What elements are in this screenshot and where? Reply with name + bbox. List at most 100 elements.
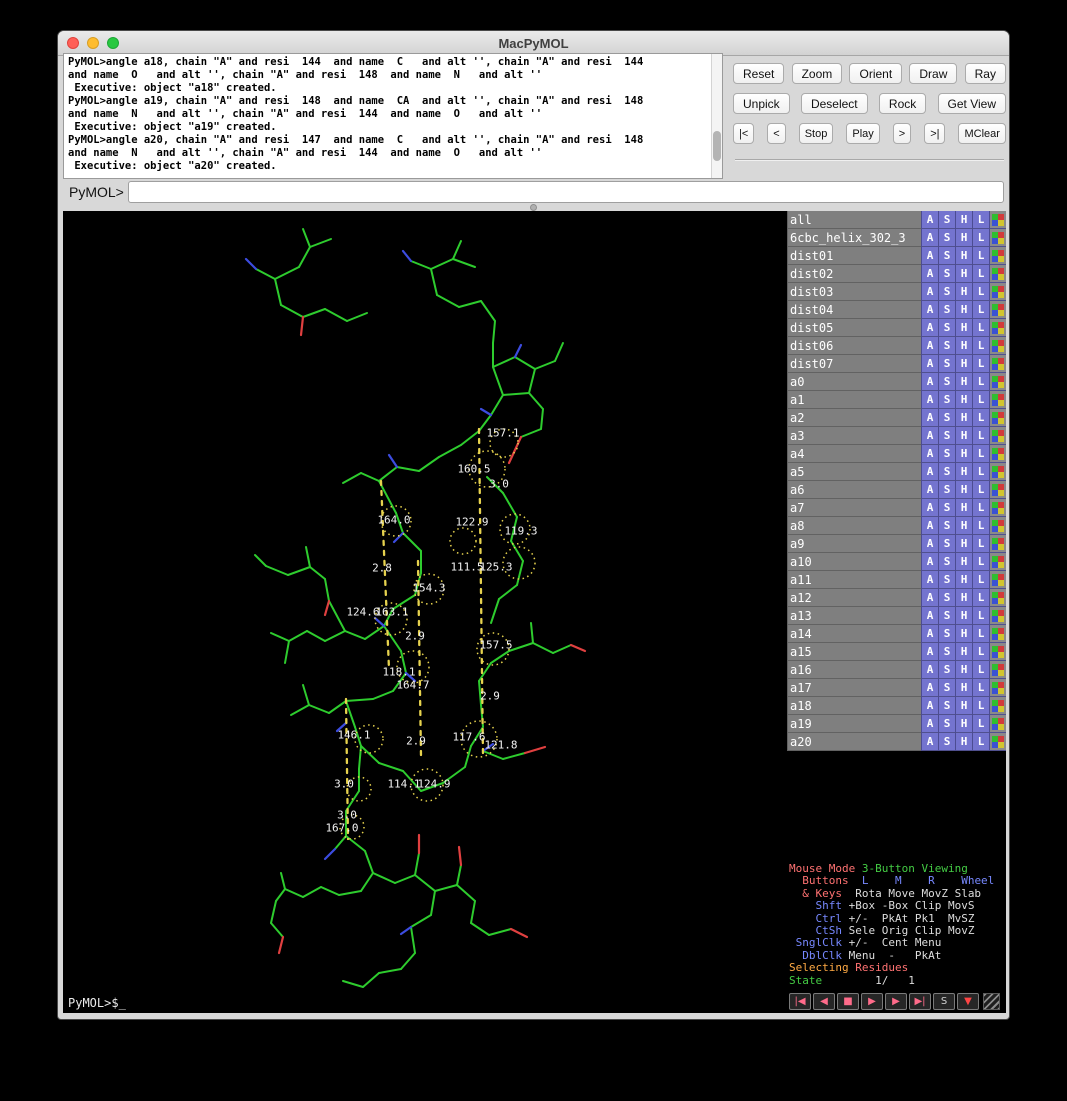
action-menu-button[interactable]: A xyxy=(921,643,938,661)
show-menu-button[interactable]: S xyxy=(938,589,955,607)
hide-menu-button[interactable]: H xyxy=(955,499,972,517)
movie-clear-button[interactable]: MClear xyxy=(958,123,1005,144)
show-menu-button[interactable]: S xyxy=(938,409,955,427)
action-menu-button[interactable]: A xyxy=(921,301,938,319)
label-menu-button[interactable]: L xyxy=(972,337,989,355)
object-name[interactable]: a13 xyxy=(787,607,921,625)
label-menu-button[interactable]: L xyxy=(972,481,989,499)
show-menu-button[interactable]: S xyxy=(938,211,955,229)
object-name[interactable]: a7 xyxy=(787,499,921,517)
label-menu-button[interactable]: L xyxy=(972,373,989,391)
object-name[interactable]: a10 xyxy=(787,553,921,571)
hide-menu-button[interactable]: H xyxy=(955,229,972,247)
show-menu-button[interactable]: S xyxy=(938,247,955,265)
show-menu-button[interactable]: S xyxy=(938,715,955,733)
color-menu-button[interactable] xyxy=(989,571,1006,589)
label-menu-button[interactable]: L xyxy=(972,445,989,463)
label-menu-button[interactable]: L xyxy=(972,661,989,679)
color-menu-button[interactable] xyxy=(989,265,1006,283)
orient-button[interactable]: Orient xyxy=(849,63,902,84)
object-name[interactable]: a3 xyxy=(787,427,921,445)
action-menu-button[interactable]: A xyxy=(921,481,938,499)
color-menu-button[interactable] xyxy=(989,355,1006,373)
resize-grip[interactable] xyxy=(983,993,1000,1010)
label-menu-button[interactable]: L xyxy=(972,301,989,319)
hide-menu-button[interactable]: H xyxy=(955,409,972,427)
object-name[interactable]: a20 xyxy=(787,733,921,751)
hide-menu-button[interactable]: H xyxy=(955,517,972,535)
movie-play-button[interactable]: ▶ xyxy=(861,993,883,1010)
action-menu-button[interactable]: A xyxy=(921,445,938,463)
object-name[interactable]: a0 xyxy=(787,373,921,391)
show-menu-button[interactable]: S xyxy=(938,553,955,571)
color-menu-button[interactable] xyxy=(989,445,1006,463)
movie-stop-button[interactable]: ■ xyxy=(837,993,859,1010)
label-menu-button[interactable]: L xyxy=(972,463,989,481)
show-menu-button[interactable]: S xyxy=(938,661,955,679)
action-menu-button[interactable]: A xyxy=(921,535,938,553)
action-menu-button[interactable]: A xyxy=(921,283,938,301)
label-menu-button[interactable]: L xyxy=(972,553,989,571)
show-menu-button[interactable]: S xyxy=(938,463,955,481)
hide-menu-button[interactable]: H xyxy=(955,661,972,679)
color-menu-button[interactable] xyxy=(989,427,1006,445)
color-menu-button[interactable] xyxy=(989,589,1006,607)
object-name[interactable]: a14 xyxy=(787,625,921,643)
label-menu-button[interactable]: L xyxy=(972,535,989,553)
hide-menu-button[interactable]: H xyxy=(955,553,972,571)
movie-prev-button[interactable]: < xyxy=(767,123,785,144)
action-menu-button[interactable]: A xyxy=(921,607,938,625)
label-menu-button[interactable]: L xyxy=(972,409,989,427)
hide-menu-button[interactable]: H xyxy=(955,391,972,409)
show-menu-button[interactable]: S xyxy=(938,733,955,751)
object-name[interactable]: a19 xyxy=(787,715,921,733)
action-menu-button[interactable]: A xyxy=(921,265,938,283)
hide-menu-button[interactable]: H xyxy=(955,463,972,481)
movie-last-button[interactable]: >| xyxy=(924,123,945,144)
label-menu-button[interactable]: L xyxy=(972,733,989,751)
object-name[interactable]: a16 xyxy=(787,661,921,679)
action-menu-button[interactable]: A xyxy=(921,337,938,355)
action-menu-button[interactable]: A xyxy=(921,625,938,643)
show-menu-button[interactable]: S xyxy=(938,391,955,409)
hide-menu-button[interactable]: H xyxy=(955,535,972,553)
color-menu-button[interactable] xyxy=(989,247,1006,265)
show-menu-button[interactable]: S xyxy=(938,265,955,283)
color-menu-button[interactable] xyxy=(989,463,1006,481)
zoom-button[interactable]: Zoom xyxy=(792,63,843,84)
object-name[interactable]: a5 xyxy=(787,463,921,481)
reset-button[interactable]: Reset xyxy=(733,63,784,84)
hide-menu-button[interactable]: H xyxy=(955,481,972,499)
object-name[interactable]: dist02 xyxy=(787,265,921,283)
object-name[interactable]: dist04 xyxy=(787,301,921,319)
movie-play-button[interactable]: Play xyxy=(846,123,879,144)
action-menu-button[interactable]: A xyxy=(921,409,938,427)
object-name[interactable]: a4 xyxy=(787,445,921,463)
hide-menu-button[interactable]: H xyxy=(955,337,972,355)
show-menu-button[interactable]: S xyxy=(938,337,955,355)
color-menu-button[interactable] xyxy=(989,499,1006,517)
hide-menu-button[interactable]: H xyxy=(955,697,972,715)
action-menu-button[interactable]: A xyxy=(921,661,938,679)
label-menu-button[interactable]: L xyxy=(972,229,989,247)
color-menu-button[interactable] xyxy=(989,607,1006,625)
color-menu-button[interactable] xyxy=(989,553,1006,571)
action-menu-button[interactable]: A xyxy=(921,571,938,589)
show-menu-button[interactable]: S xyxy=(938,427,955,445)
show-menu-button[interactable]: S xyxy=(938,373,955,391)
label-menu-button[interactable]: L xyxy=(972,517,989,535)
action-menu-button[interactable]: A xyxy=(921,553,938,571)
scene-button[interactable]: S xyxy=(933,993,955,1010)
label-menu-button[interactable]: L xyxy=(972,355,989,373)
color-menu-button[interactable] xyxy=(989,283,1006,301)
unpick-button[interactable]: Unpick xyxy=(733,93,790,114)
ray-button[interactable]: Ray xyxy=(965,63,1006,84)
show-menu-button[interactable]: S xyxy=(938,499,955,517)
action-menu-button[interactable]: A xyxy=(921,679,938,697)
label-menu-button[interactable]: L xyxy=(972,427,989,445)
object-name[interactable]: dist06 xyxy=(787,337,921,355)
show-menu-button[interactable]: S xyxy=(938,517,955,535)
action-menu-button[interactable]: A xyxy=(921,427,938,445)
object-name[interactable]: a12 xyxy=(787,589,921,607)
label-menu-button[interactable]: L xyxy=(972,625,989,643)
